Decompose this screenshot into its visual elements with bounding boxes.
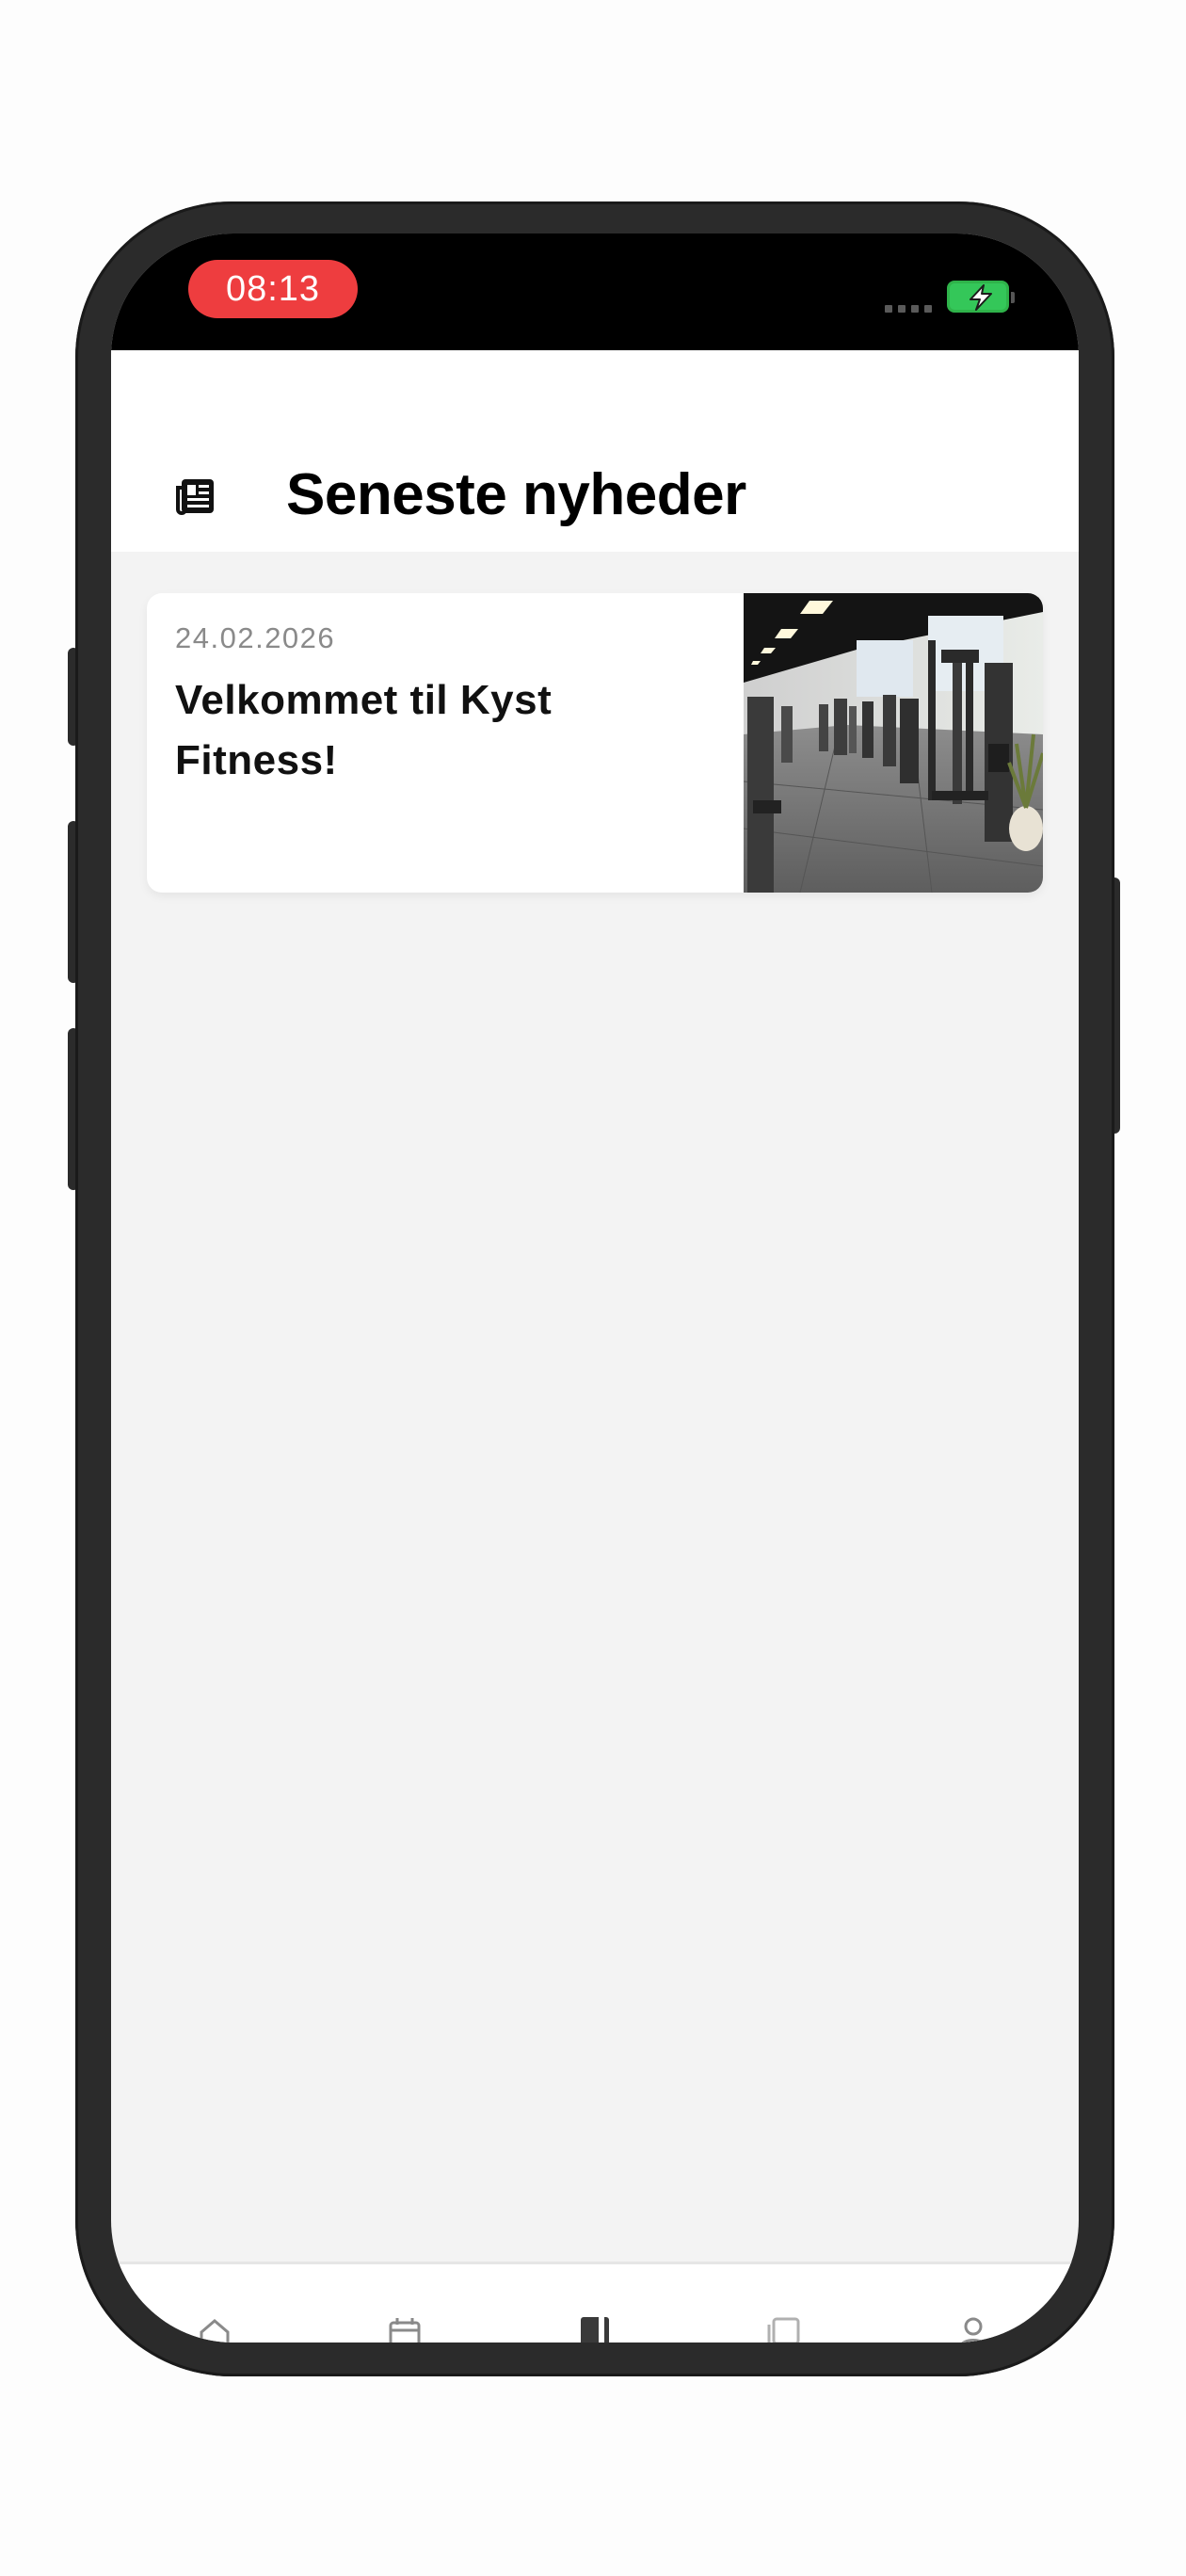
page-title: Seneste nyheder [286,462,746,527]
profile-icon[interactable] [956,2315,990,2343]
gallery-icon[interactable] [766,2315,800,2343]
gym-interior-photo [744,593,1043,893]
battery-charging-icon [947,281,1015,313]
status-time: 08:13 [188,260,358,318]
bottom-nav [111,2262,1079,2343]
status-bar: 08:13 [111,233,1079,350]
page-header: Seneste nyheder [111,350,1079,552]
phone-screen: 08:13 Seneste nyheder 24.02.2026 Velkomm… [111,233,1079,2343]
calendar-icon[interactable] [388,2315,422,2343]
news-title: Velkommet til Kyst Fitness! [175,677,553,783]
newspaper-icon [176,479,214,515]
signal-icon [885,305,932,313]
book-icon[interactable] [578,2315,612,2343]
news-card[interactable]: 24.02.2026 Velkommet til Kyst Fitness! [147,593,1043,893]
home-icon[interactable] [198,2315,232,2343]
news-date: 24.02.2026 [175,621,336,654]
